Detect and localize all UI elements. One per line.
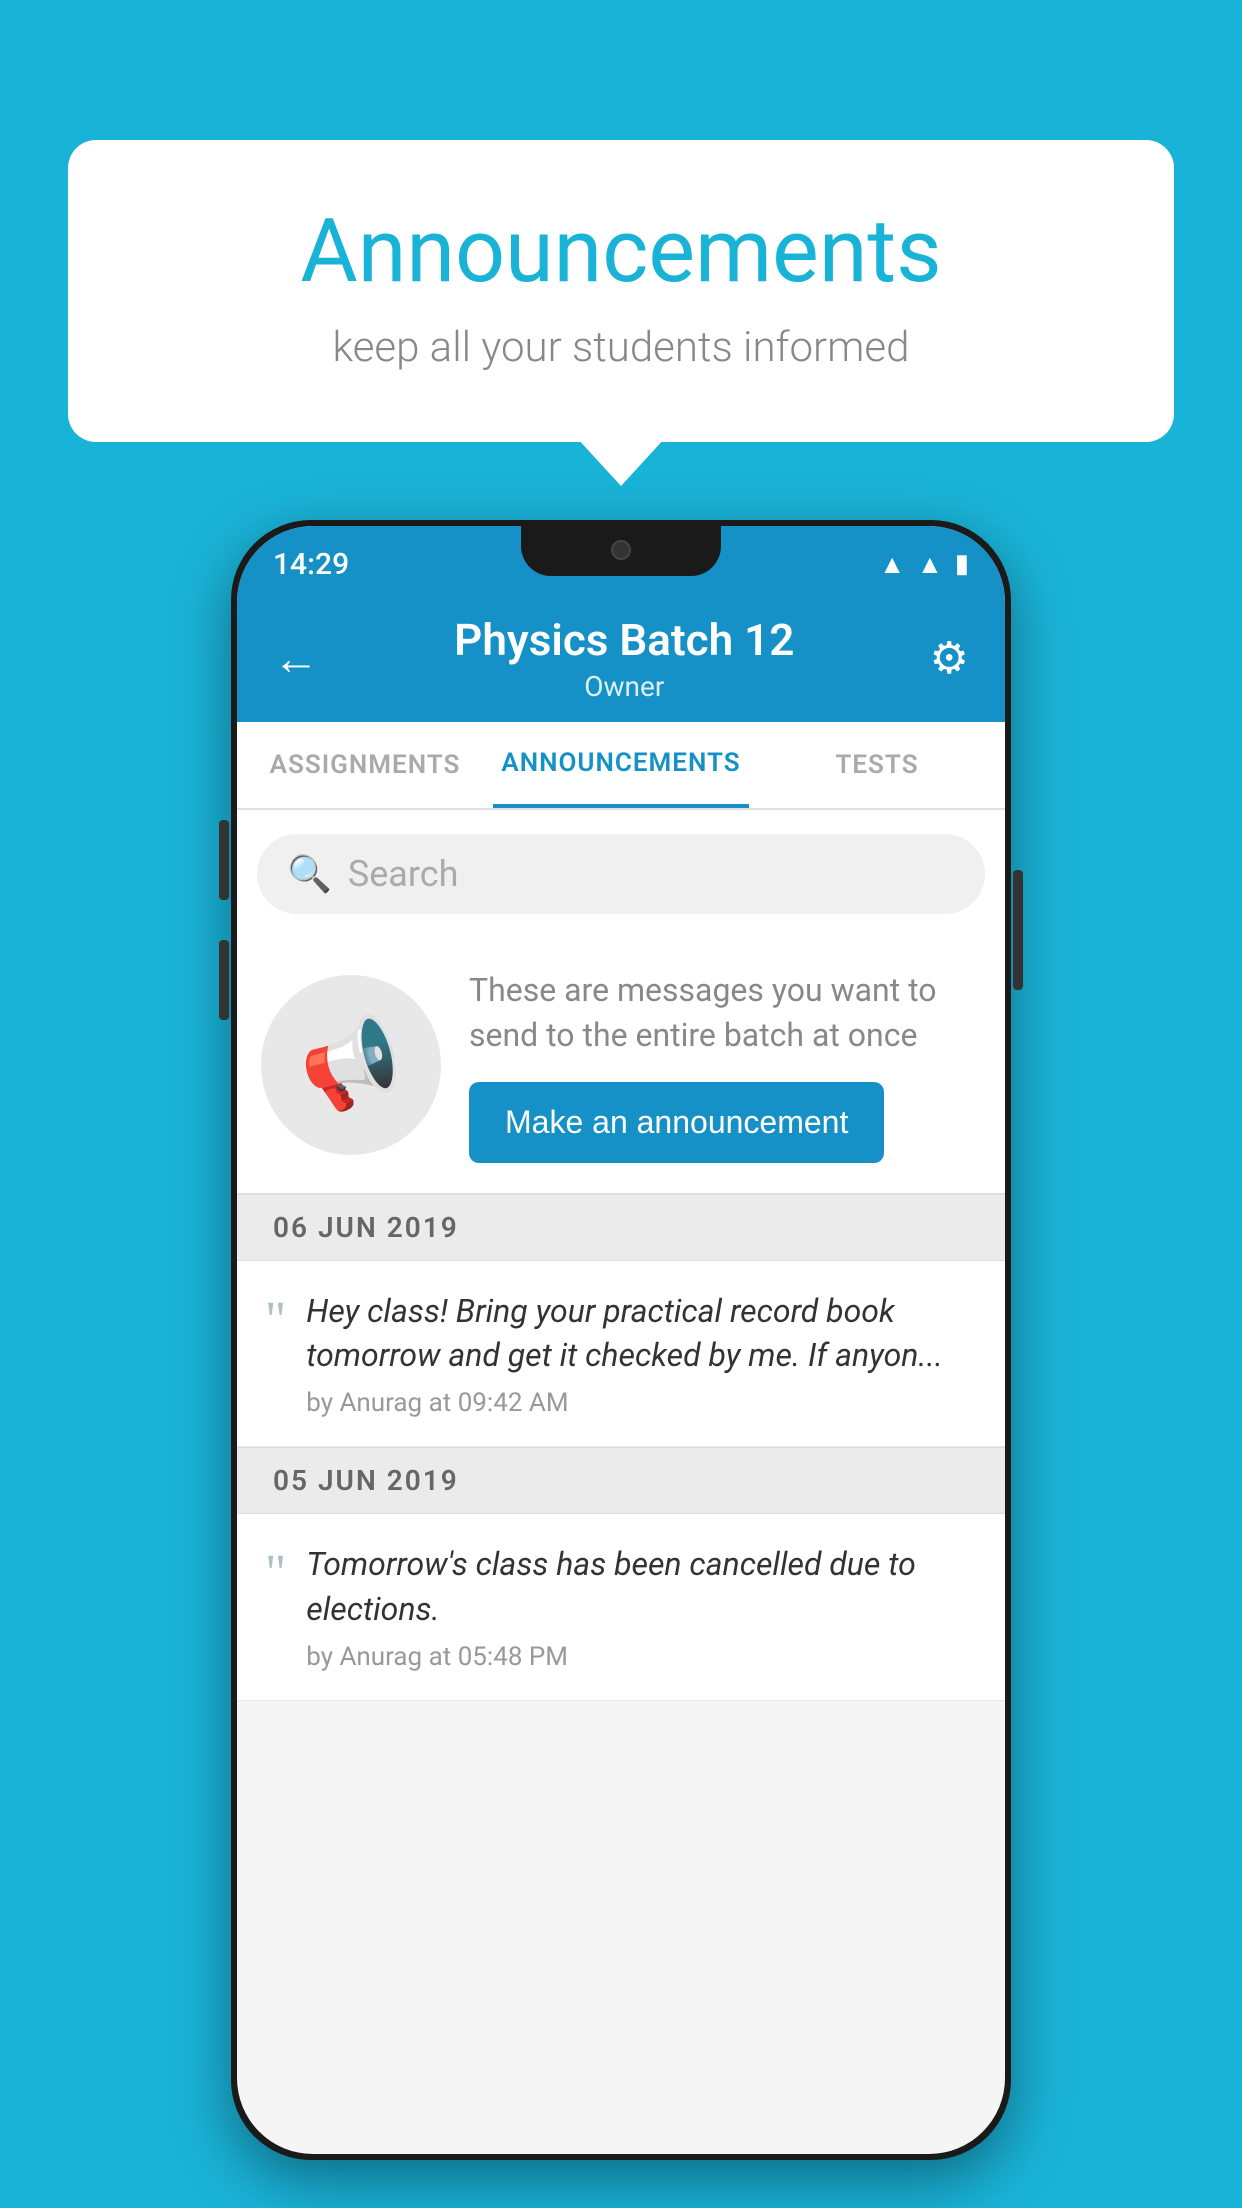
announcement-meta-1: by Anurag at 09:42 AM [306, 1388, 977, 1418]
header-center: Physics Batch 12 Owner [454, 614, 794, 703]
power-button[interactable] [1013, 870, 1023, 990]
announcement-prompt: 📢 These are messages you want to send to… [237, 938, 1005, 1194]
phone-notch [521, 526, 721, 576]
tab-tests[interactable]: TESTS [749, 722, 1005, 808]
make-announcement-button[interactable]: Make an announcement [469, 1082, 884, 1163]
megaphone-avatar: 📢 [261, 975, 441, 1155]
search-placeholder: Search [348, 853, 459, 895]
speech-bubble-wrapper: Announcements keep all your students inf… [68, 140, 1174, 442]
date-separator-2: 05 JUN 2019 [237, 1447, 1005, 1514]
prompt-description: These are messages you want to send to t… [469, 968, 981, 1058]
phone-frame: 14:29 ▲ ▲ ▮ ← Physics Batch 12 Owner ⚙ A… [231, 520, 1011, 2160]
search-bar[interactable]: 🔍 Search [257, 834, 985, 914]
announcement-item-2[interactable]: " Tomorrow's class has been cancelled du… [237, 1514, 1005, 1701]
prompt-right: These are messages you want to send to t… [469, 968, 981, 1163]
announcement-item-1[interactable]: " Hey class! Bring your practical record… [237, 1261, 1005, 1448]
volume-down-button[interactable] [219, 940, 229, 1020]
quote-icon-2: " [265, 1548, 286, 1600]
tab-announcements[interactable]: ANNOUNCEMENTS [493, 722, 749, 808]
bubble-title: Announcements [148, 200, 1094, 303]
date-separator-1: 06 JUN 2019 [237, 1194, 1005, 1261]
bubble-subtitle: keep all your students informed [148, 323, 1094, 372]
header-subtitle: Owner [454, 670, 794, 703]
quote-icon-1: " [265, 1295, 286, 1347]
tabs-bar: ASSIGNMENTS ANNOUNCEMENTS TESTS [237, 722, 1005, 810]
megaphone-icon: 📢 [291, 1007, 412, 1124]
status-time: 14:29 [273, 547, 349, 582]
front-camera [611, 540, 631, 560]
status-icons: ▲ ▲ ▮ [879, 549, 969, 580]
app-header: ← Physics Batch 12 Owner ⚙ [237, 594, 1005, 722]
volume-up-button[interactable] [219, 820, 229, 900]
content-area: 🔍 Search 📢 These are messages you want t… [237, 810, 1005, 1701]
announcement-message-2: Tomorrow's class has been cancelled due … [306, 1542, 977, 1632]
tab-assignments[interactable]: ASSIGNMENTS [237, 722, 493, 808]
header-title: Physics Batch 12 [454, 614, 794, 666]
announcement-message-1: Hey class! Bring your practical record b… [306, 1289, 977, 1379]
search-icon: 🔍 [287, 853, 332, 895]
announcement-content-2: Tomorrow's class has been cancelled due … [306, 1542, 977, 1672]
speech-bubble: Announcements keep all your students inf… [68, 140, 1174, 442]
settings-button[interactable]: ⚙ [930, 632, 969, 684]
signal-icon: ▲ [917, 549, 943, 580]
phone-screen: 14:29 ▲ ▲ ▮ ← Physics Batch 12 Owner ⚙ A… [237, 526, 1005, 2154]
announcement-meta-2: by Anurag at 05:48 PM [306, 1642, 977, 1672]
wifi-icon: ▲ [879, 549, 905, 580]
battery-icon: ▮ [955, 549, 969, 579]
announcement-content-1: Hey class! Bring your practical record b… [306, 1289, 977, 1419]
back-button[interactable]: ← [273, 631, 319, 686]
